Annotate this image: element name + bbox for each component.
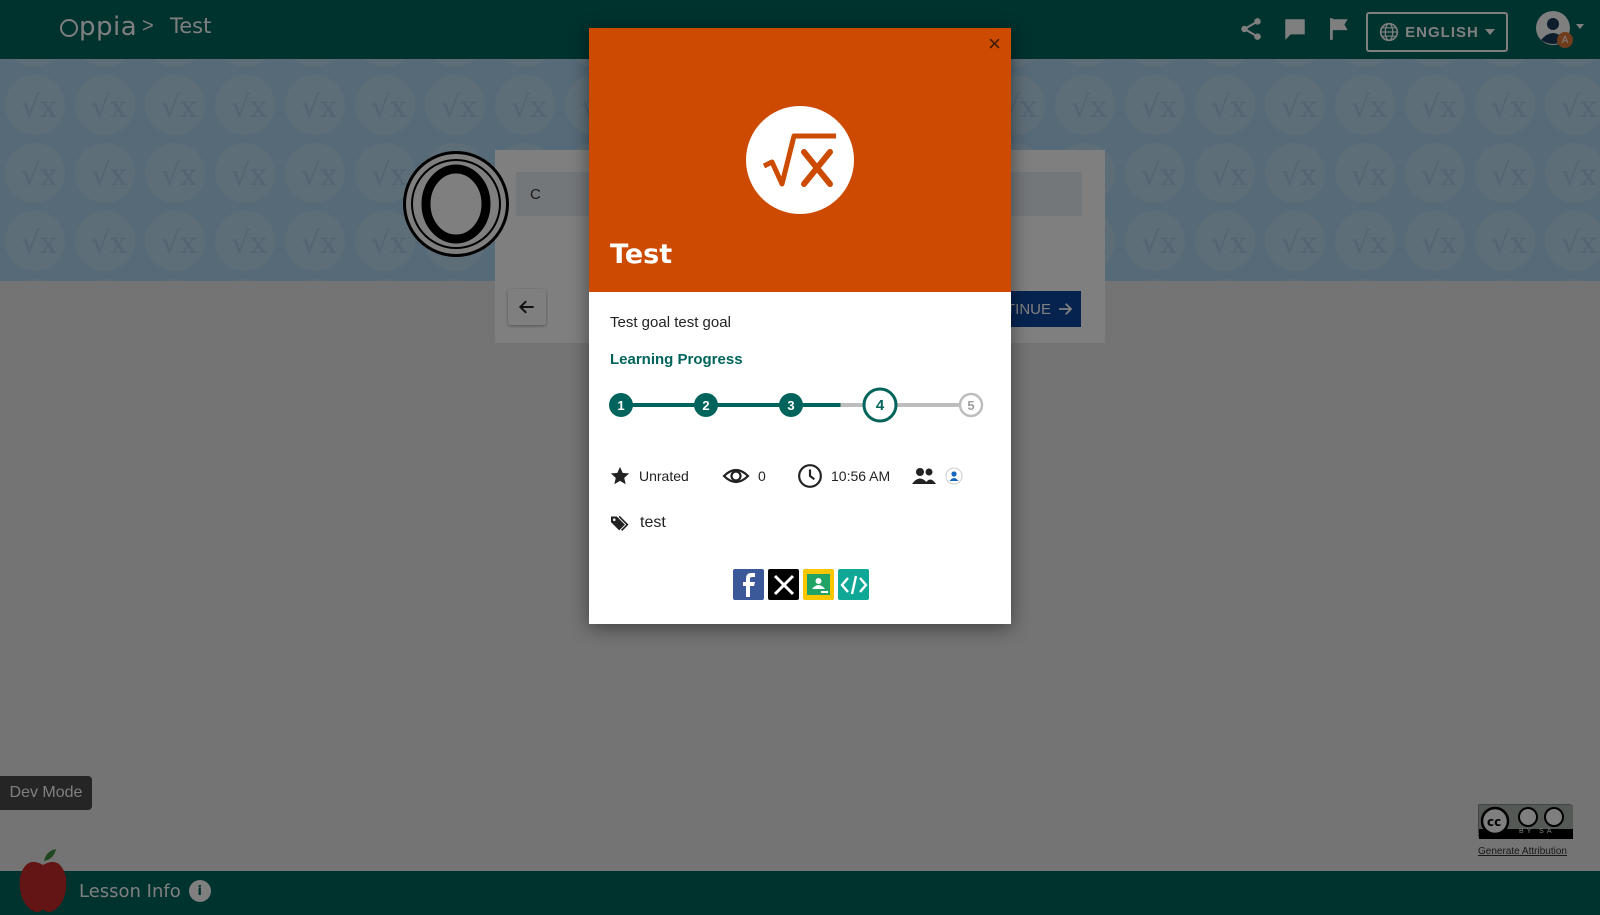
stepper-step[interactable]: 1: [609, 393, 633, 417]
eye-icon: [722, 468, 750, 484]
tags-row: test: [610, 514, 666, 532]
stats-row: Unrated 0 10:56 AM: [609, 461, 989, 491]
last-updated-value: 10:56 AM: [831, 468, 891, 484]
views-value: 0: [758, 468, 766, 484]
progress-stepper: 1 2 3 4 5: [609, 387, 984, 423]
tag-icon: [611, 515, 629, 531]
learning-progress-label: Learning Progress: [610, 351, 743, 368]
tag-label: test: [640, 514, 666, 531]
rating-value: Unrated: [639, 468, 689, 484]
contributors-stat: [911, 461, 963, 491]
stepper-step-label: 4: [876, 397, 885, 414]
stepper-step-label: 2: [702, 398, 709, 413]
modal-title: Test: [610, 239, 673, 270]
stepper-step[interactable]: 4: [862, 387, 898, 423]
stepper-step[interactable]: 5: [958, 392, 984, 418]
stepper-step[interactable]: 3: [779, 393, 803, 417]
star-icon: [610, 466, 630, 485]
contributors-icon: [912, 468, 936, 484]
contributor-avatar-icon[interactable]: [945, 467, 963, 485]
facebook-icon[interactable]: [733, 569, 764, 600]
square-root-x-icon: [762, 133, 836, 187]
close-icon[interactable]: ×: [988, 33, 1001, 55]
exploration-objective: Test goal test goal: [610, 314, 731, 331]
modal-header: × Test: [589, 28, 1011, 292]
embed-code-icon[interactable]: [838, 569, 869, 600]
stepper-step[interactable]: 2: [694, 393, 718, 417]
rating-stat: Unrated: [609, 461, 689, 491]
last-updated-stat: 10:56 AM: [797, 461, 890, 491]
stepper-step-label: 1: [617, 398, 624, 413]
google-classroom-icon[interactable]: [803, 569, 834, 600]
x-twitter-icon[interactable]: [768, 569, 799, 600]
stepper-step-label: 5: [967, 398, 974, 413]
views-stat: 0: [722, 461, 766, 491]
share-buttons: [733, 569, 869, 600]
exploration-thumbnail: [746, 106, 854, 214]
clock-icon: [798, 464, 822, 488]
lesson-info-modal: × Test Test goal test goal Learning Prog…: [589, 28, 1011, 624]
stepper-step-label: 3: [787, 398, 794, 413]
